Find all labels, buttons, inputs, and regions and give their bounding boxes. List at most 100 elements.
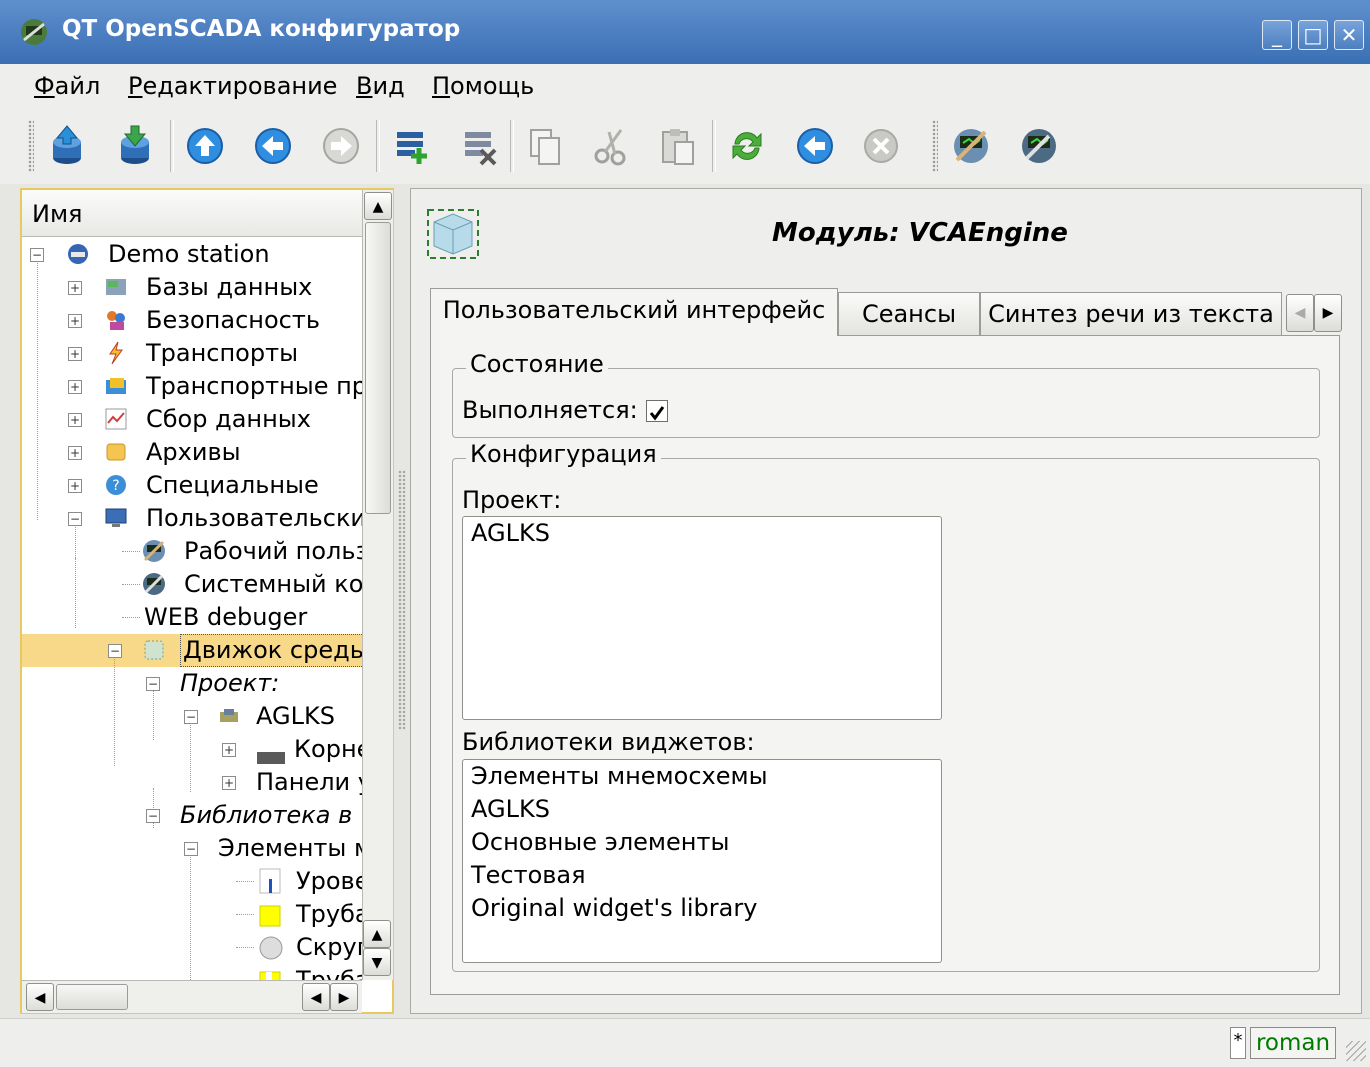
tab-sessions[interactable]: Сеансы bbox=[838, 292, 980, 336]
collapse-icon[interactable]: − bbox=[30, 248, 44, 262]
expand-icon[interactable]: + bbox=[222, 743, 236, 757]
collapse-icon[interactable]: − bbox=[68, 512, 82, 526]
paste-icon[interactable] bbox=[652, 122, 702, 170]
level-widget-icon bbox=[258, 867, 282, 898]
current-user[interactable]: roman bbox=[1250, 1027, 1336, 1059]
tree-item-databases[interactable]: + Базы данных bbox=[22, 271, 362, 304]
db-load-icon[interactable] bbox=[42, 122, 92, 170]
item-delete-icon[interactable] bbox=[454, 122, 504, 170]
app-icon[interactable] bbox=[18, 16, 50, 48]
tab-text-to-speech[interactable]: Синтез речи из текста bbox=[980, 292, 1282, 336]
arrow-back-icon[interactable] bbox=[248, 122, 298, 170]
tree-item-user-workspace[interactable]: Рабочий польз bbox=[22, 535, 362, 568]
close-icon[interactable]: ✕ bbox=[1334, 20, 1364, 50]
tree-item-data-acquisition[interactable]: + Сбор данных bbox=[22, 403, 362, 436]
tree-item-widget-level[interactable]: Урове bbox=[22, 865, 362, 898]
scroll-right-icon[interactable]: ▶ bbox=[330, 983, 358, 1011]
tree-item-root-page[interactable]: + Корне bbox=[22, 733, 362, 766]
tree-vertical-scrollbar[interactable]: ▲ bbox=[362, 190, 393, 980]
tree-item-widget-pipe-2[interactable]: Труба bbox=[22, 964, 362, 980]
tree-item-widget-pipe[interactable]: Труба bbox=[22, 898, 362, 931]
tab-scroll-left-icon[interactable]: ◀ bbox=[1286, 294, 1314, 332]
user-interface-icon[interactable] bbox=[946, 122, 996, 170]
tab-scroll-right-icon[interactable]: ▶ bbox=[1314, 294, 1342, 332]
list-item[interactable]: Основные элементы bbox=[463, 826, 941, 859]
expand-icon[interactable]: + bbox=[68, 446, 82, 460]
tree-item-specials[interactable]: + ? Специальные bbox=[22, 469, 362, 502]
item-add-icon[interactable] bbox=[386, 122, 436, 170]
tree-item-web-debuger[interactable]: WEB debuger bbox=[22, 601, 362, 634]
list-item[interactable]: Тестовая bbox=[463, 859, 941, 892]
resize-grip[interactable] bbox=[1346, 1041, 1366, 1061]
expand-icon[interactable]: + bbox=[68, 347, 82, 361]
start-icon[interactable] bbox=[790, 122, 840, 170]
expand-icon[interactable]: + bbox=[68, 479, 82, 493]
collapse-icon[interactable]: − bbox=[184, 710, 198, 724]
expand-icon[interactable]: + bbox=[68, 281, 82, 295]
project-list[interactable]: AGLKS bbox=[462, 516, 942, 720]
tree-item-demo-station[interactable]: − Demo station bbox=[22, 238, 362, 271]
expand-icon[interactable]: + bbox=[68, 413, 82, 427]
tree-horizontal-scrollbar[interactable]: ◀ ◀ ▶ bbox=[22, 980, 362, 1013]
menu-help[interactable]: Помощь bbox=[432, 68, 534, 104]
tree-item-project-aglks[interactable]: − AGLKS bbox=[22, 700, 362, 733]
scroll-down-icon[interactable]: ▼ bbox=[363, 948, 391, 976]
round-widget-icon bbox=[258, 935, 284, 964]
cut-icon[interactable] bbox=[586, 122, 636, 170]
tree-item-project-group[interactable]: − Проект: bbox=[22, 667, 362, 700]
scroll-up-icon[interactable]: ▲ bbox=[363, 920, 391, 948]
scroll-left-icon[interactable]: ◀ bbox=[302, 983, 330, 1011]
tree-vscroll-thumb[interactable] bbox=[365, 222, 391, 514]
tree-item-panels[interactable]: + Панели у bbox=[22, 766, 362, 799]
expand-icon[interactable]: + bbox=[68, 380, 82, 394]
window-title-bar[interactable]: QT OpenSCADA конфигуратор _ □ ✕ bbox=[0, 0, 1370, 65]
list-item[interactable]: AGLKS bbox=[463, 793, 941, 826]
tree-hscroll-thumb[interactable] bbox=[56, 984, 128, 1010]
widget-libraries-list[interactable]: Элементы мнемосхемы AGLKS Основные элеме… bbox=[462, 759, 942, 963]
copy-icon[interactable] bbox=[520, 122, 570, 170]
toolbar-grip[interactable] bbox=[932, 120, 938, 172]
menu-view[interactable]: Вид bbox=[356, 68, 405, 104]
expand-icon[interactable]: + bbox=[68, 314, 82, 328]
maximize-icon[interactable]: □ bbox=[1298, 20, 1328, 50]
db-save-icon[interactable] bbox=[110, 122, 160, 170]
tree-item-system-configurator[interactable]: Системный ко bbox=[22, 568, 362, 601]
tree-item-transports[interactable]: + Транспорты bbox=[22, 337, 362, 370]
stop-icon[interactable] bbox=[856, 122, 906, 170]
tab-label: Пользовательский интерфейс bbox=[442, 296, 826, 324]
tree-item-vca-engine[interactable]: − Движок среды bbox=[22, 634, 362, 667]
menu-edit[interactable]: Редактирование bbox=[128, 68, 337, 104]
tree-item-label: Труба bbox=[296, 966, 362, 980]
tree-item-archives[interactable]: + Архивы bbox=[22, 436, 362, 469]
refresh-icon[interactable] bbox=[722, 122, 772, 170]
tree-item-security[interactable]: + Безопасность bbox=[22, 304, 362, 337]
tree-item-library-group[interactable]: − Библиотека в bbox=[22, 799, 362, 832]
list-item[interactable]: Original widget's library bbox=[463, 892, 941, 925]
splitter-handle[interactable] bbox=[398, 470, 406, 730]
collapse-icon[interactable]: − bbox=[146, 809, 160, 823]
list-item[interactable]: AGLKS bbox=[463, 517, 941, 550]
scroll-up-icon[interactable]: ▲ bbox=[364, 192, 392, 220]
tree-item-user-interfaces[interactable]: − Пользовательские bbox=[22, 502, 362, 535]
toolbar-grip[interactable] bbox=[28, 120, 34, 172]
list-item[interactable]: Элементы мнемосхемы bbox=[463, 760, 941, 793]
navigation-tree[interactable]: Имя ▲ ◀ ◀ ▶ ▲ ▼ − Demo station + Базы да… bbox=[20, 188, 394, 1014]
tree-item-widget-rounding[interactable]: Скруг bbox=[22, 931, 362, 964]
scroll-left-icon[interactable]: ◀ bbox=[26, 983, 54, 1011]
arrow-forward-icon[interactable] bbox=[316, 122, 366, 170]
collapse-icon[interactable]: − bbox=[184, 842, 198, 856]
expand-icon[interactable]: + bbox=[222, 776, 236, 790]
folder-icon bbox=[104, 374, 128, 403]
minimize-icon[interactable]: _ bbox=[1262, 20, 1292, 50]
collapse-icon[interactable]: − bbox=[108, 644, 122, 658]
system-configurator-icon[interactable] bbox=[1014, 122, 1064, 170]
tree-item-mnemo-elements[interactable]: − Элементы м bbox=[22, 832, 362, 865]
menu-file[interactable]: Файл bbox=[34, 68, 100, 104]
running-checkbox[interactable] bbox=[646, 400, 668, 422]
tab-user-interface[interactable]: Пользовательский интерфейс bbox=[430, 288, 838, 336]
arrow-up-icon[interactable] bbox=[180, 122, 230, 170]
tree-item-transport-protocols[interactable]: + Транспортные пр bbox=[22, 370, 362, 403]
collapse-icon[interactable]: − bbox=[146, 677, 160, 691]
tree-column-header[interactable]: Имя bbox=[22, 190, 363, 237]
tree-item-label: WEB debuger bbox=[144, 603, 308, 631]
